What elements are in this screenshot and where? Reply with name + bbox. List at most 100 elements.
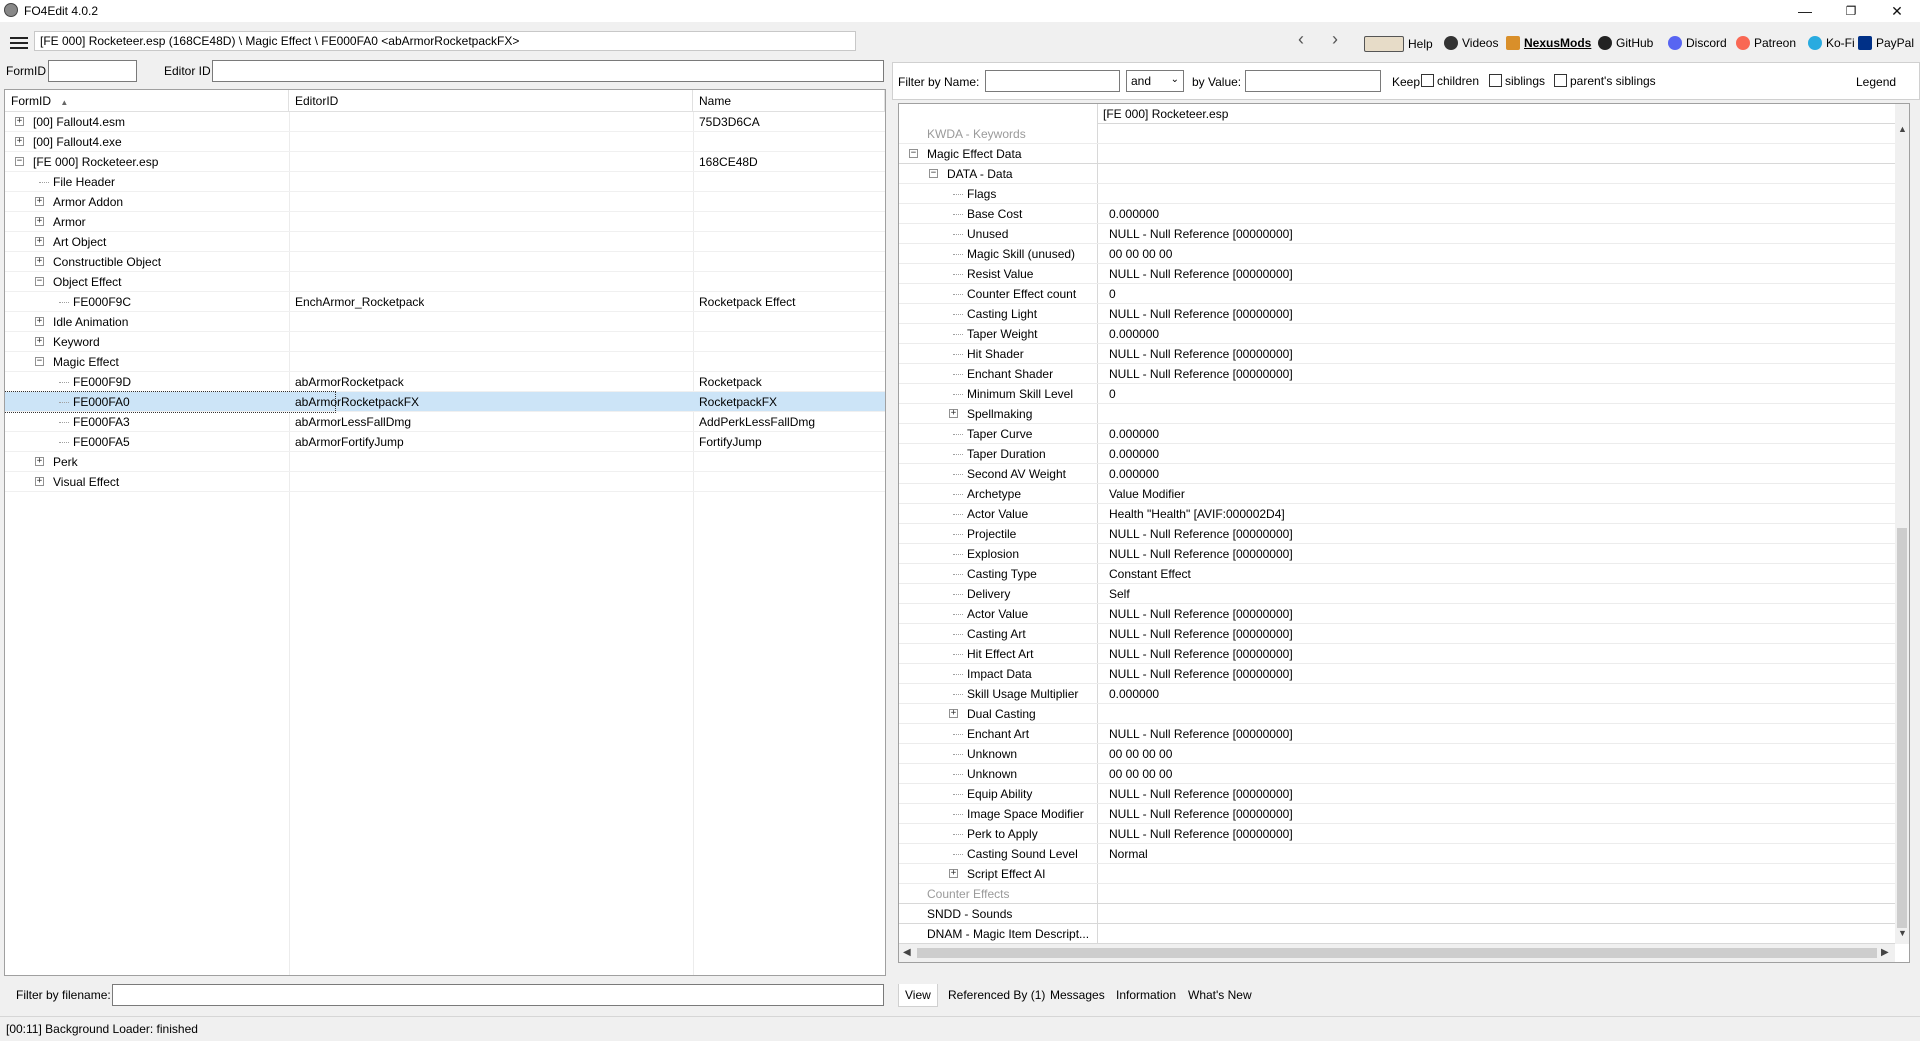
- tree-row[interactable]: FE000FA3 abArmorLessFallDmg AddPerkLessFal…: [5, 412, 885, 432]
- record-field-row[interactable]: Second AV Weight 0.000000: [899, 464, 1897, 484]
- record-field-row[interactable]: + Script Effect AI: [899, 864, 1897, 884]
- scroll-right-arrow-icon[interactable]: ▶: [1881, 947, 1889, 958]
- expand-icon[interactable]: +: [35, 457, 44, 466]
- tab-view[interactable]: View: [898, 984, 938, 1007]
- record-field-row[interactable]: Casting Type Constant Effect: [899, 564, 1897, 584]
- record-field-row[interactable]: Hit Effect Art NULL - Null Reference [000…: [899, 644, 1897, 664]
- tree-row[interactable]: + Art Object: [5, 232, 885, 252]
- tree-row[interactable]: − Magic Effect: [5, 352, 885, 372]
- tree-row[interactable]: − [FE 000] Rocketeer.esp 168CE48D: [5, 152, 885, 172]
- vertical-scrollbar[interactable]: ▲ ▼: [1895, 104, 1909, 944]
- forward-arrow-icon[interactable]: ›: [1332, 29, 1338, 50]
- horizontal-scrollbar[interactable]: ◀ ▶: [899, 944, 1895, 962]
- expand-icon[interactable]: +: [35, 337, 44, 346]
- editorid-input[interactable]: [212, 60, 884, 82]
- record-tree[interactable]: FormID ▲ EditorID Name + [00] Fallout4.es…: [4, 89, 886, 976]
- tree-row[interactable]: + Visual Effect: [5, 472, 885, 492]
- record-field-row[interactable]: KWDA - Keywords: [899, 124, 1897, 144]
- hamburger-menu-icon[interactable]: [10, 37, 28, 39]
- scroll-left-arrow-icon[interactable]: ◀: [903, 947, 911, 958]
- tree-row[interactable]: File Header: [5, 172, 885, 192]
- record-field-row[interactable]: Taper Duration 0.000000: [899, 444, 1897, 464]
- record-view-tree[interactable]: [FE 000] Rocketeer.esp KWDA - Keywords − M…: [898, 103, 1910, 963]
- expand-icon[interactable]: +: [35, 257, 44, 266]
- record-field-row[interactable]: Unknown 00 00 00 00: [899, 764, 1897, 784]
- record-field-row[interactable]: Hit Shader NULL - Null Reference [0000000…: [899, 344, 1897, 364]
- filter-filename-input[interactable]: [112, 984, 884, 1006]
- filter-by-name-input[interactable]: [985, 70, 1120, 92]
- tree-row[interactable]: − Object Effect: [5, 272, 885, 292]
- tree-row[interactable]: + [00] Fallout4.esm 75D3D6CA: [5, 112, 885, 132]
- column-header-name[interactable]: Name: [693, 90, 885, 112]
- videos-link[interactable]: Videos: [1444, 36, 1498, 50]
- collapse-icon[interactable]: −: [35, 277, 44, 286]
- tree-row[interactable]: FE000FA5 abArmorFortifyJump FortifyJump: [5, 432, 885, 452]
- expand-icon[interactable]: +: [35, 317, 44, 326]
- record-field-row[interactable]: Enchant Art NULL - Null Reference [000000…: [899, 724, 1897, 744]
- record-field-row[interactable]: Equip Ability NULL - Null Reference [0000…: [899, 784, 1897, 804]
- record-field-row[interactable]: Image Space Modifier NULL - Null Referenc…: [899, 804, 1897, 824]
- expand-icon[interactable]: +: [35, 237, 44, 246]
- tab-whats-new[interactable]: What's New: [1182, 984, 1258, 1006]
- tree-row[interactable]: + [00] Fallout4.exe: [5, 132, 885, 152]
- record-field-row[interactable]: + Spellmaking: [899, 404, 1897, 424]
- record-field-row[interactable]: Taper Weight 0.000000: [899, 324, 1897, 344]
- tree-row[interactable]: + Perk: [5, 452, 885, 472]
- record-field-row[interactable]: Base Cost 0.000000: [899, 204, 1897, 224]
- expand-icon[interactable]: +: [35, 477, 44, 486]
- expand-icon[interactable]: +: [949, 869, 958, 878]
- tree-row[interactable]: + Keyword: [5, 332, 885, 352]
- paypal-link[interactable]: PayPal: [1858, 36, 1914, 50]
- nexusmods-link[interactable]: NexusMods: [1506, 36, 1591, 50]
- help-link[interactable]: Help: [1364, 36, 1433, 52]
- record-field-row[interactable]: Explosion NULL - Null Reference [00000000…: [899, 544, 1897, 564]
- collapse-icon[interactable]: −: [909, 149, 918, 158]
- record-field-row[interactable]: Resist Value NULL - Null Reference [00000…: [899, 264, 1897, 284]
- record-field-row[interactable]: Perk to Apply NULL - Null Reference [0000…: [899, 824, 1897, 844]
- record-field-row[interactable]: + Dual Casting: [899, 704, 1897, 724]
- record-field-row[interactable]: Unknown 00 00 00 00: [899, 744, 1897, 764]
- expand-icon[interactable]: +: [35, 217, 44, 226]
- record-field-row[interactable]: − Magic Effect Data: [899, 144, 1897, 164]
- record-field-row[interactable]: − DATA - Data: [899, 164, 1897, 184]
- record-field-row[interactable]: Delivery Self: [899, 584, 1897, 604]
- minimize-button[interactable]: —: [1782, 0, 1828, 22]
- record-field-row[interactable]: Taper Curve 0.000000: [899, 424, 1897, 444]
- scroll-down-arrow-icon[interactable]: ▼: [1898, 928, 1907, 938]
- expand-icon[interactable]: +: [35, 197, 44, 206]
- maximize-button[interactable]: ❐: [1828, 0, 1874, 22]
- record-field-row[interactable]: Minimum Skill Level 0: [899, 384, 1897, 404]
- back-arrow-icon[interactable]: ‹: [1298, 29, 1304, 50]
- tree-row[interactable]: FE000F9C EnchArmor_Rocketpack Rocketpack E…: [5, 292, 885, 312]
- kofi-link[interactable]: Ko-Fi: [1808, 36, 1855, 50]
- record-field-row[interactable]: Casting Sound Level Normal: [899, 844, 1897, 864]
- and-or-select[interactable]: and ⌄: [1126, 70, 1184, 92]
- record-field-row[interactable]: Casting Light NULL - Null Reference [0000…: [899, 304, 1897, 324]
- children-checkbox[interactable]: children: [1421, 74, 1479, 88]
- tree-row[interactable]: FE000FA0 abArmorRocketpackFX RocketpackFX: [5, 391, 885, 413]
- expand-icon[interactable]: +: [15, 137, 24, 146]
- record-field-row[interactable]: Projectile NULL - Null Reference [0000000…: [899, 524, 1897, 544]
- record-field-row[interactable]: Flags: [899, 184, 1897, 204]
- record-field-row[interactable]: Casting Art NULL - Null Reference [000000…: [899, 624, 1897, 644]
- tree-row[interactable]: + Constructible Object: [5, 252, 885, 272]
- tree-row[interactable]: + Armor: [5, 212, 885, 232]
- vertical-scroll-thumb[interactable]: [1897, 528, 1907, 928]
- parents-siblings-checkbox[interactable]: parent's siblings: [1554, 74, 1656, 88]
- record-field-row[interactable]: Counter Effects: [899, 884, 1897, 904]
- tree-row[interactable]: + Armor Addon: [5, 192, 885, 212]
- record-field-row[interactable]: Impact Data NULL - Null Reference [000000…: [899, 664, 1897, 684]
- github-link[interactable]: GitHub: [1598, 36, 1653, 50]
- patreon-link[interactable]: Patreon: [1736, 36, 1796, 50]
- tree-row[interactable]: + Idle Animation: [5, 312, 885, 332]
- record-field-row[interactable]: Unused NULL - Null Reference [00000000]: [899, 224, 1897, 244]
- horizontal-scroll-thumb[interactable]: [917, 948, 1877, 958]
- record-field-row[interactable]: Actor Value Health "Health" [AVIF:000002D…: [899, 504, 1897, 524]
- discord-link[interactable]: Discord: [1668, 36, 1727, 50]
- column-header-formid[interactable]: FormID ▲: [5, 90, 289, 112]
- scroll-up-arrow-icon[interactable]: ▲: [1898, 124, 1907, 134]
- formid-input[interactable]: [48, 60, 137, 82]
- expand-icon[interactable]: +: [949, 409, 958, 418]
- siblings-checkbox[interactable]: siblings: [1489, 74, 1545, 88]
- expand-icon[interactable]: +: [15, 117, 24, 126]
